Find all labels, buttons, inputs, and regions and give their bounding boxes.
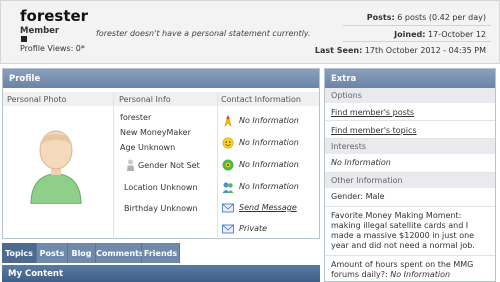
yahoo-icon [222,182,234,193]
divider [343,25,491,26]
icq-icon [222,159,234,171]
private-message-icon [222,224,234,234]
tab-blog[interactable]: Blog [68,243,96,263]
column-divider [113,92,114,239]
private-value: Private [239,224,268,233]
money-moment-field: Favorite Money Making Moment: making ill… [325,207,495,256]
username: forester [20,7,89,25]
info-location: Location Unknown [124,183,198,192]
profile-header: forester Member Profile Views: 0* forest… [0,0,500,64]
gender-unknown-icon [127,159,134,171]
personal-statement: forester doesn't have a personal stateme… [96,29,311,38]
my-content-title: My Content [2,265,320,282]
info-age: Age Unknown [120,143,176,152]
posts-stat: Posts: 6 posts (0.42 per day) [367,13,486,22]
info-birthday: Birthday Unknown [124,204,198,213]
find-topics-link[interactable]: Find member's topics [325,121,495,139]
joined-label: Joined: [394,30,426,39]
tab-friends[interactable]: Friends [142,243,180,263]
divider [343,41,491,42]
personal-info-heading: Personal Info [113,92,217,106]
options-section-header: Options [325,88,495,103]
gender-field: Gender: Male [325,188,495,207]
profile-panel: Profile Personal Photo Personal Info Con… [2,68,320,239]
joined-stat: Joined: 17-October 12 [394,30,486,39]
column-divider [217,92,218,239]
joined-value: 17-October 12 [427,30,486,39]
last-seen-value: 17th October 2012 - 04:35 PM [364,46,486,55]
posts-label: Posts: [366,13,395,22]
member-rank-pip-icon [21,36,27,42]
personal-photo-heading: Personal Photo [3,92,113,106]
last-seen-label: Last Seen: [314,46,363,55]
last-seen-stat: Last Seen: 17th October 2012 - 04:35 PM [315,46,486,55]
hours-value: No Information [390,270,451,279]
msn-value: No Information [239,138,299,147]
send-message-link[interactable]: Send Message [239,203,297,212]
hours-field: Amount of hours spent on the MMG forums … [325,256,495,281]
aim-icon [224,115,232,127]
aim-value: No Information [239,116,299,125]
contact-info-heading: Contact Information [217,92,319,106]
tab-posts[interactable]: Posts [37,243,68,263]
email-icon [222,203,234,213]
member-group: Member [20,26,60,36]
posts-value: 6 posts (0.42 per day) [397,13,486,22]
profile-views: Profile Views: 0* [20,44,85,53]
extra-sidebar: Extra Options Find member's posts Find m… [324,68,496,282]
profile-panel-title: Profile [3,69,319,88]
msn-icon [222,137,234,149]
interests-text: No Information [331,158,391,167]
info-gender: Gender Not Set [138,161,200,170]
yahoo-value: No Information [239,182,299,191]
find-posts-link[interactable]: Find member's posts [325,103,495,121]
icq-value: No Information [239,160,299,169]
info-member-title: New MoneyMaker [120,128,191,137]
default-avatar-icon [30,130,82,204]
tab-comments[interactable]: Comments [96,243,144,263]
info-name: forester [120,113,152,122]
tab-topics[interactable]: Topics [2,243,37,263]
interests-section-header: Interests [325,139,495,154]
interests-value: No Information [325,154,495,173]
other-info-section-header: Other Information [325,173,495,188]
extra-title: Extra [325,69,495,88]
